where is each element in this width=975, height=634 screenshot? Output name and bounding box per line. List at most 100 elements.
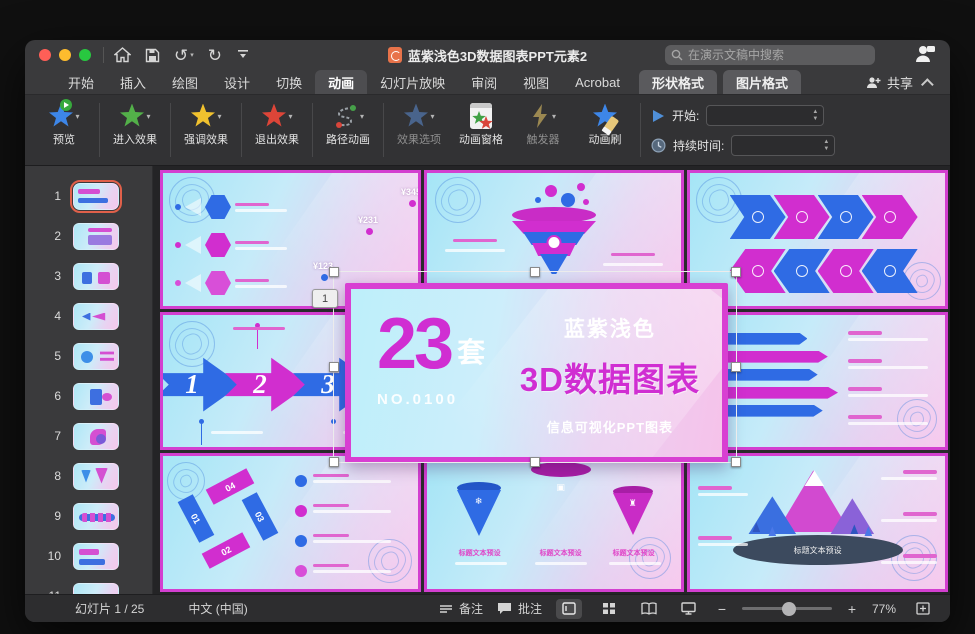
notes-button[interactable]: 备注: [439, 600, 483, 617]
tab-draw[interactable]: 绘图: [159, 70, 211, 94]
tab-design[interactable]: 设计: [211, 70, 263, 94]
zoom-slider-thumb[interactable]: [782, 602, 796, 616]
title-bar: ↺ ▾ ↻ 蓝紫浅色3D数据图表PPT元素2: [25, 40, 950, 70]
handle-bottom-right[interactable]: [731, 457, 741, 467]
thumbnail-slide-6[interactable]: 6: [25, 376, 152, 416]
motion-path-icon: [332, 103, 358, 129]
customize-toolbar-button[interactable]: [236, 49, 250, 61]
zoom-out-button[interactable]: −: [716, 601, 728, 617]
thumbnail-slide-1[interactable]: 1: [25, 176, 152, 216]
tab-transitions[interactable]: 切换: [263, 70, 315, 94]
zoom-percentage[interactable]: 77%: [872, 602, 896, 616]
traffic-lights: [25, 49, 103, 61]
slideshow-icon: [681, 602, 696, 615]
duration-stepper[interactable]: ▲▼: [818, 136, 834, 155]
tab-shape-format[interactable]: 形状格式: [639, 70, 717, 94]
mini-slide-cones: ❄ ▣ ♜ 标题文本预设 标题文本预设 标题文本预设: [424, 453, 685, 592]
normal-view-button[interactable]: [556, 599, 582, 619]
duration-combobox[interactable]: ▲▼: [731, 135, 835, 156]
card-unit: 套: [457, 331, 485, 371]
motion-path-button[interactable]: ▾ 路径动画: [317, 101, 379, 146]
thumbnail-slide-8[interactable]: 8: [25, 456, 152, 496]
handle-top-mid[interactable]: [530, 267, 540, 277]
card-tagline: 信息可视化PPT图表: [520, 417, 700, 436]
trigger-button[interactable]: ▾ 触发器: [512, 101, 574, 146]
exit-effect-button[interactable]: ▾ 退出效果: [246, 101, 308, 146]
ribbon-tab-bar: 开始 插入 绘图 设计 切换 动画 幻灯片放映 审阅 视图 Acrobat 形状…: [25, 70, 950, 94]
language-indicator[interactable]: 中文 (中国): [188, 600, 247, 617]
slide-sorter-view-button[interactable]: [596, 599, 622, 619]
account-avatar-icon[interactable]: [914, 43, 936, 70]
search-input[interactable]: [688, 48, 869, 62]
undo-button[interactable]: ↺ ▾: [174, 47, 194, 64]
slide-1-canvas[interactable]: ¥123 ¥231 ¥345: [160, 170, 948, 592]
zoom-in-button[interactable]: +: [846, 601, 858, 617]
card-subtitle: 蓝紫浅色: [520, 313, 700, 343]
thumbnail-slide-10[interactable]: 10: [25, 536, 152, 576]
tab-insert[interactable]: 插入: [107, 70, 159, 94]
slide-thumbnail-panel[interactable]: 1 2 3 4 5 6 7 8 9 10 11: [25, 166, 153, 594]
animation-painter-button[interactable]: 动画刷: [574, 101, 636, 146]
tab-slideshow[interactable]: 幻灯片放映: [367, 70, 458, 94]
status-bar: 幻灯片 1 / 25 中文 (中国) 备注 批注: [25, 594, 950, 622]
zoom-slider[interactable]: [742, 607, 832, 610]
normal-view-icon: [562, 602, 576, 615]
preview-button[interactable]: ▾ 预览: [33, 101, 95, 146]
search-box[interactable]: [665, 45, 875, 65]
play-badge-icon: [60, 99, 72, 111]
slide-sorter-icon: [602, 602, 616, 615]
share-button[interactable]: 共享: [866, 73, 913, 92]
tab-home[interactable]: 开始: [55, 70, 107, 94]
thumbnail-slide-11[interactable]: 11: [25, 576, 152, 594]
start-combobox[interactable]: ▲▼: [706, 105, 824, 126]
collapse-ribbon-icon[interactable]: [921, 78, 934, 91]
handle-top-right[interactable]: [731, 267, 741, 277]
minimize-button[interactable]: [59, 49, 71, 61]
tab-review[interactable]: 审阅: [458, 70, 510, 94]
search-icon: [671, 49, 683, 61]
start-stepper[interactable]: ▲▼: [807, 106, 823, 125]
handle-bottom-mid[interactable]: [530, 457, 540, 467]
save-button[interactable]: [145, 48, 160, 63]
card-code: NO.0100: [377, 391, 485, 408]
tab-animations[interactable]: 动画: [315, 70, 367, 94]
thumbnail-slide-5[interactable]: 5: [25, 336, 152, 376]
mountain-base: 标题文本预设: [733, 535, 903, 565]
effect-options-button[interactable]: ▾ 效果选项: [388, 101, 450, 146]
animation-order-badge[interactable]: 1: [312, 289, 338, 308]
tab-picture-format[interactable]: 图片格式: [723, 70, 801, 94]
handle-mid-right[interactable]: [731, 362, 741, 372]
editing-canvas[interactable]: ¥123 ¥231 ¥345: [153, 166, 950, 594]
handle-bottom-left[interactable]: [329, 457, 339, 467]
close-button[interactable]: [39, 49, 51, 61]
home-button[interactable]: [114, 47, 131, 63]
duration-clock-icon: [651, 138, 666, 153]
thumbnail-slide-2[interactable]: 2: [25, 216, 152, 256]
content-area: 1 2 3 4 5 6 7 8 9 10 11: [25, 166, 950, 594]
fit-slide-button[interactable]: [910, 599, 936, 619]
animation-pane-button[interactable]: 动画窗格: [450, 101, 512, 146]
thumbnail-slide-7[interactable]: 7: [25, 416, 152, 456]
redo-button[interactable]: ↻: [208, 47, 222, 64]
handle-mid-left[interactable]: [329, 362, 339, 372]
tab-view[interactable]: 视图: [510, 70, 562, 94]
entrance-effect-button[interactable]: ▾ 进入效果: [104, 101, 166, 146]
title-card[interactable]: 23 套 NO.0100 蓝紫浅色 3D数据图表 信息可视化PPT图表: [345, 283, 728, 463]
divider: [103, 47, 104, 63]
fit-slide-icon: [916, 602, 930, 615]
window-title: 蓝紫浅色3D数据图表PPT元素2: [408, 46, 587, 65]
thumbnail-slide-4[interactable]: 4: [25, 296, 152, 336]
slideshow-button[interactable]: [676, 599, 702, 619]
thumbnail-slide-3[interactable]: 3: [25, 256, 152, 296]
comment-bubble-icon: [497, 602, 512, 615]
powerpoint-window: ↺ ▾ ↻ 蓝紫浅色3D数据图表PPT元素2 开始 插入 绘图 设计 切换: [25, 40, 950, 622]
reading-view-button[interactable]: [636, 599, 662, 619]
zoom-window-button[interactable]: [79, 49, 91, 61]
card-title: 3D数据图表: [520, 353, 700, 401]
comments-button[interactable]: 批注: [497, 600, 542, 617]
undo-caret-icon[interactable]: ▾: [190, 51, 194, 59]
thumbnail-slide-9[interactable]: 9: [25, 496, 152, 536]
tab-acrobat[interactable]: Acrobat: [562, 70, 633, 94]
emphasis-effect-button[interactable]: ▾ 强调效果: [175, 101, 237, 146]
handle-top-left[interactable]: [329, 267, 339, 277]
